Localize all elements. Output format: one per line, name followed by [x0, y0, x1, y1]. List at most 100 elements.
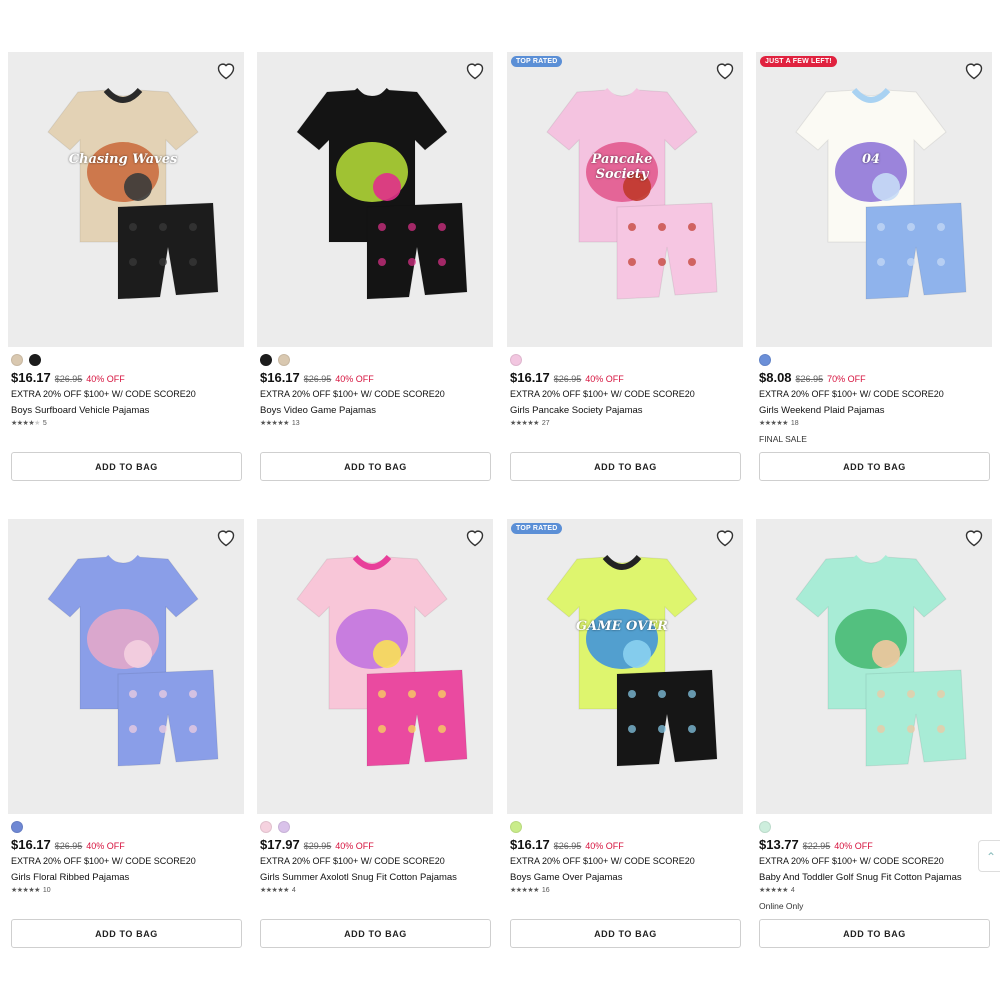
sale-price: $8.08	[759, 370, 792, 385]
color-swatch[interactable]	[510, 354, 522, 366]
shorts-pattern-dot	[408, 258, 416, 266]
sale-price: $17.97	[260, 837, 300, 852]
add-to-bag-button[interactable]: ADD TO BAG	[759, 452, 990, 481]
product-card[interactable]: $16.17 $26.95 40% OFF EXTRA 20% OFF $100+ W…	[8, 519, 244, 949]
product-name[interactable]: Girls Floral Ribbed Pajamas	[11, 872, 129, 883]
add-to-bag-button[interactable]: ADD TO BAG	[260, 919, 491, 948]
price-row: $16.17 $26.95 40% OFF	[510, 837, 624, 852]
rating: ★★★★★ 18	[759, 419, 799, 428]
product-badge: TOP RATED	[511, 56, 563, 67]
add-to-bag-button[interactable]: ADD TO BAG	[11, 452, 242, 481]
shorts-pattern-dot	[688, 690, 696, 698]
wishlist-heart-icon[interactable]	[214, 58, 238, 82]
wishlist-heart-icon[interactable]	[962, 525, 986, 549]
add-to-bag-button[interactable]: ADD TO BAG	[11, 919, 242, 948]
add-to-bag-button[interactable]: ADD TO BAG	[260, 452, 491, 481]
product-image[interactable]: GAME OVER TOP RATED	[507, 519, 743, 814]
color-swatch[interactable]	[278, 354, 290, 366]
add-to-bag-button[interactable]: ADD TO BAG	[510, 452, 741, 481]
original-price: $26.95	[54, 841, 83, 851]
scroll-to-top-button[interactable]: ⌃	[978, 840, 1000, 872]
product-name[interactable]: Baby And Toddler Golf Snug Fit Cotton Pa…	[759, 872, 962, 883]
wishlist-heart-icon[interactable]	[713, 58, 737, 82]
color-swatch[interactable]	[759, 354, 771, 366]
product-card[interactable]: $13.77 $22.95 40% OFF EXTRA 20% OFF $100+ W…	[756, 519, 992, 949]
price-row: $16.17 $26.95 40% OFF	[11, 837, 125, 852]
add-to-bag-button[interactable]: ADD TO BAG	[510, 919, 741, 948]
product-shorts	[117, 669, 219, 767]
original-price: $26.95	[795, 374, 824, 384]
wishlist-heart-icon[interactable]	[713, 525, 737, 549]
product-card[interactable]: GAME OVER TOP RATED $16.17 $26.95 40% OFF EXT…	[507, 519, 743, 949]
promo-text: EXTRA 20% OFF $100+ W/ CODE SCORE20	[759, 389, 944, 399]
product-name[interactable]: Boys Video Game Pajamas	[260, 405, 376, 416]
price-row: $13.77 $22.95 40% OFF	[759, 837, 873, 852]
product-image[interactable]	[257, 519, 493, 814]
product-image[interactable]: 04 JUST A FEW LEFT!	[756, 52, 992, 347]
product-card[interactable]: $16.17 $26.95 40% OFF EXTRA 20% OFF $100+ W…	[257, 52, 493, 482]
product-graphic-accent	[124, 173, 152, 201]
color-swatch[interactable]	[510, 821, 522, 833]
shorts-pattern-dot	[628, 690, 636, 698]
add-to-bag-button[interactable]: ADD TO BAG	[759, 919, 990, 948]
color-swatch[interactable]	[260, 821, 272, 833]
shorts-pattern-dot	[877, 258, 885, 266]
product-image[interactable]	[8, 519, 244, 814]
product-image[interactable]	[756, 519, 992, 814]
original-price: $29.95	[303, 841, 332, 851]
shorts-pattern-dot	[937, 258, 945, 266]
product-image[interactable]	[257, 52, 493, 347]
product-card[interactable]: Pancake Society TOP RATED $16.17 $26.95 40% …	[507, 52, 743, 482]
product-graphic-accent	[124, 640, 152, 668]
shorts-pattern-dot	[129, 725, 137, 733]
shorts-pattern-dot	[378, 725, 386, 733]
product-collar	[103, 87, 143, 103]
promo-text: EXTRA 20% OFF $100+ W/ CODE SCORE20	[260, 856, 445, 866]
product-card[interactable]: 04 JUST A FEW LEFT! $8.08 $26.95 70% OFF EXTR…	[756, 52, 992, 482]
product-name[interactable]: Boys Game Over Pajamas	[510, 872, 622, 883]
shorts-pattern-dot	[658, 223, 666, 231]
product-card[interactable]: Chasing Waves $16.17 $26.95 40% OFF EXTRA 20…	[8, 52, 244, 482]
promo-text: EXTRA 20% OFF $100+ W/ CODE SCORE20	[510, 856, 695, 866]
wishlist-heart-icon[interactable]	[214, 525, 238, 549]
review-count: 10	[42, 886, 51, 894]
rating: ★★★★★ 4	[260, 886, 296, 895]
product-photo	[47, 554, 219, 767]
product-photo	[296, 554, 468, 767]
shorts-pattern-dot	[438, 690, 446, 698]
product-photo	[47, 87, 219, 300]
product-graphic-accent	[373, 173, 401, 201]
shorts-pattern-dot	[129, 223, 137, 231]
promo-text: EXTRA 20% OFF $100+ W/ CODE SCORE20	[11, 856, 196, 866]
shorts-pattern-dot	[159, 223, 167, 231]
color-swatch[interactable]	[11, 354, 23, 366]
product-name[interactable]: Girls Pancake Society Pajamas	[510, 405, 643, 416]
product-name[interactable]: Girls Weekend Plaid Pajamas	[759, 405, 885, 416]
shorts-pattern-dot	[378, 223, 386, 231]
wishlist-heart-icon[interactable]	[463, 58, 487, 82]
shorts-pattern-dot	[129, 690, 137, 698]
color-swatch[interactable]	[278, 821, 290, 833]
product-graphic-text: Chasing Waves	[68, 152, 178, 167]
shorts-pattern-dot	[438, 258, 446, 266]
product-name[interactable]: Boys Surfboard Vehicle Pajamas	[11, 405, 149, 416]
star-rating-icon: ★★★★★	[759, 887, 788, 894]
color-swatch[interactable]	[11, 821, 23, 833]
product-name[interactable]: Girls Summer Axolotl Snug Fit Cotton Paj…	[260, 872, 457, 883]
color-swatch[interactable]	[29, 354, 41, 366]
price-row: $16.17 $26.95 40% OFF	[11, 370, 125, 385]
sale-price: $16.17	[510, 837, 550, 852]
product-card[interactable]: $17.97 $29.95 40% OFF EXTRA 20% OFF $100+ W…	[257, 519, 493, 949]
color-swatch[interactable]	[759, 821, 771, 833]
shorts-pattern-dot	[408, 690, 416, 698]
product-image[interactable]: Pancake Society TOP RATED	[507, 52, 743, 347]
wishlist-heart-icon[interactable]	[463, 525, 487, 549]
product-image[interactable]: Chasing Waves	[8, 52, 244, 347]
sale-price: $16.17	[11, 837, 51, 852]
color-swatch[interactable]	[260, 354, 272, 366]
promo-text: EXTRA 20% OFF $100+ W/ CODE SCORE20	[759, 856, 944, 866]
product-graphic-accent	[872, 173, 900, 201]
shorts-pattern-dot	[877, 690, 885, 698]
wishlist-heart-icon[interactable]	[962, 58, 986, 82]
color-swatches	[759, 354, 771, 366]
